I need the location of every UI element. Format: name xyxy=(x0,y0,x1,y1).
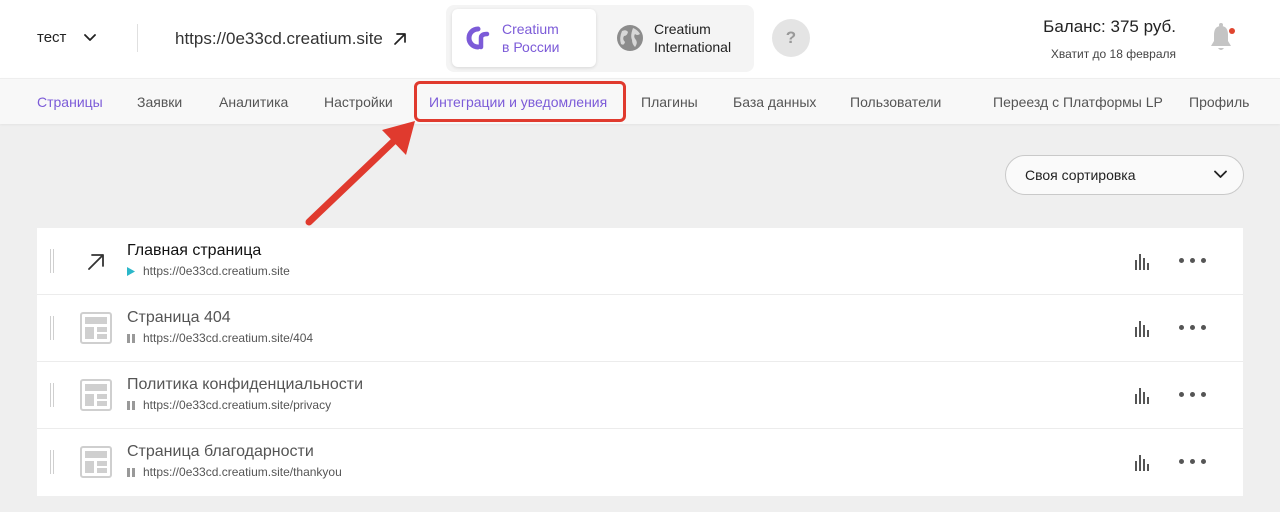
help-button[interactable]: ? xyxy=(772,19,810,57)
main-nav: Страницы Заявки Аналитика Настройки Инте… xyxy=(0,78,1280,124)
header-divider xyxy=(137,24,138,52)
page-url: https://0e33cd.creatium.site/404 xyxy=(127,331,313,345)
page-row[interactable]: Страница 404 https://0e33cd.creatium.sit… xyxy=(37,295,1243,362)
nav-tab-profile[interactable]: Профиль xyxy=(1189,94,1249,110)
balance-remaining: Хватит до 18 февраля xyxy=(1050,47,1176,61)
project-selector[interactable]: тест xyxy=(37,29,97,46)
page-title[interactable]: Политика конфиденциальности xyxy=(127,376,363,394)
nav-tab-migration[interactable]: Переезд с Платформы LP xyxy=(993,94,1163,110)
notification-bell-icon[interactable] xyxy=(1206,22,1236,54)
page-url-text: https://0e33cd.creatium.site/thankyou xyxy=(143,465,342,479)
page-title[interactable]: Страница 404 xyxy=(127,309,231,327)
more-menu-button[interactable] xyxy=(1177,323,1208,332)
nav-tab-database[interactable]: База данных xyxy=(733,94,816,110)
chevron-down-icon xyxy=(1214,170,1227,178)
region-russia-button[interactable]: Creatium в России xyxy=(452,9,596,67)
drag-handle[interactable] xyxy=(49,316,55,340)
more-menu-button[interactable] xyxy=(1177,457,1208,466)
page-url: https://0e33cd.creatium.site xyxy=(127,264,290,278)
globe-icon xyxy=(617,25,643,51)
page-title[interactable]: Главная страница xyxy=(127,242,261,260)
region-russia-line1: Creatium xyxy=(502,21,559,37)
region-international-line2: International xyxy=(654,39,732,55)
balance-block[interactable]: Баланс: 375 руб. Хватит до 18 февраля xyxy=(1043,17,1176,61)
pause-icon xyxy=(127,467,135,477)
nav-tab-users[interactable]: Пользователи xyxy=(850,94,941,110)
site-url-text: https://0e33cd.creatium.site xyxy=(175,29,383,48)
region-russia-line2: в России xyxy=(502,39,560,55)
drag-handle[interactable] xyxy=(49,450,55,474)
page-layout-icon xyxy=(80,379,112,411)
highlight-box xyxy=(414,81,626,122)
nav-tab-analytics[interactable]: Аналитика xyxy=(219,94,288,110)
sort-label: Своя сортировка xyxy=(1025,167,1136,183)
region-international-button[interactable]: Creatium International xyxy=(612,9,752,67)
region-international-line1: Creatium xyxy=(654,21,711,37)
page-url: https://0e33cd.creatium.site/thankyou xyxy=(127,465,342,479)
annotation-arrow-icon xyxy=(305,121,415,226)
nav-tab-settings[interactable]: Настройки xyxy=(324,94,393,110)
play-icon xyxy=(127,266,135,276)
nav-tab-plugins[interactable]: Плагины xyxy=(641,94,698,110)
chevron-down-icon xyxy=(84,33,97,41)
drag-handle[interactable] xyxy=(49,383,55,407)
page-url-text: https://0e33cd.creatium.site/privacy xyxy=(143,398,332,412)
page-title[interactable]: Страница благодарности xyxy=(127,443,314,461)
balance-amount: Баланс: 375 руб. xyxy=(1043,17,1176,36)
stats-icon[interactable] xyxy=(1134,386,1150,404)
page-row[interactable]: Страница благодарности https://0e33cd.cr… xyxy=(37,429,1243,496)
creatium-logo-icon xyxy=(466,26,490,50)
pages-list: Главная страница https://0e33cd.creatium… xyxy=(37,228,1243,496)
page-row[interactable]: Главная страница https://0e33cd.creatium… xyxy=(37,228,1243,295)
page-layout-icon xyxy=(80,446,112,478)
header: тест https://0e33cd.creatium.site Creati… xyxy=(0,0,1280,78)
external-link-icon xyxy=(88,254,104,270)
page-url: https://0e33cd.creatium.site/privacy xyxy=(127,398,331,412)
region-switcher: Creatium в России Creatium International xyxy=(446,5,754,72)
page-url-text: https://0e33cd.creatium.site xyxy=(143,264,290,278)
stats-icon[interactable] xyxy=(1134,319,1150,337)
pause-icon xyxy=(127,333,135,343)
stats-icon[interactable] xyxy=(1134,252,1150,270)
pause-icon xyxy=(127,400,135,410)
external-link-icon xyxy=(394,33,406,45)
stats-icon[interactable] xyxy=(1134,453,1150,471)
project-name: тест xyxy=(37,29,67,46)
page-row[interactable]: Политика конфиденциальности https://0e33… xyxy=(37,362,1243,429)
drag-handle[interactable] xyxy=(49,249,55,273)
page-layout-icon xyxy=(80,312,112,344)
page-url-text: https://0e33cd.creatium.site/404 xyxy=(143,331,314,345)
nav-tab-requests[interactable]: Заявки xyxy=(137,94,182,110)
sort-dropdown[interactable]: Своя сортировка xyxy=(1005,155,1244,195)
nav-tab-pages[interactable]: Страницы xyxy=(37,94,103,110)
more-menu-button[interactable] xyxy=(1177,256,1208,265)
site-url-link[interactable]: https://0e33cd.creatium.site xyxy=(175,29,407,49)
more-menu-button[interactable] xyxy=(1177,390,1208,399)
